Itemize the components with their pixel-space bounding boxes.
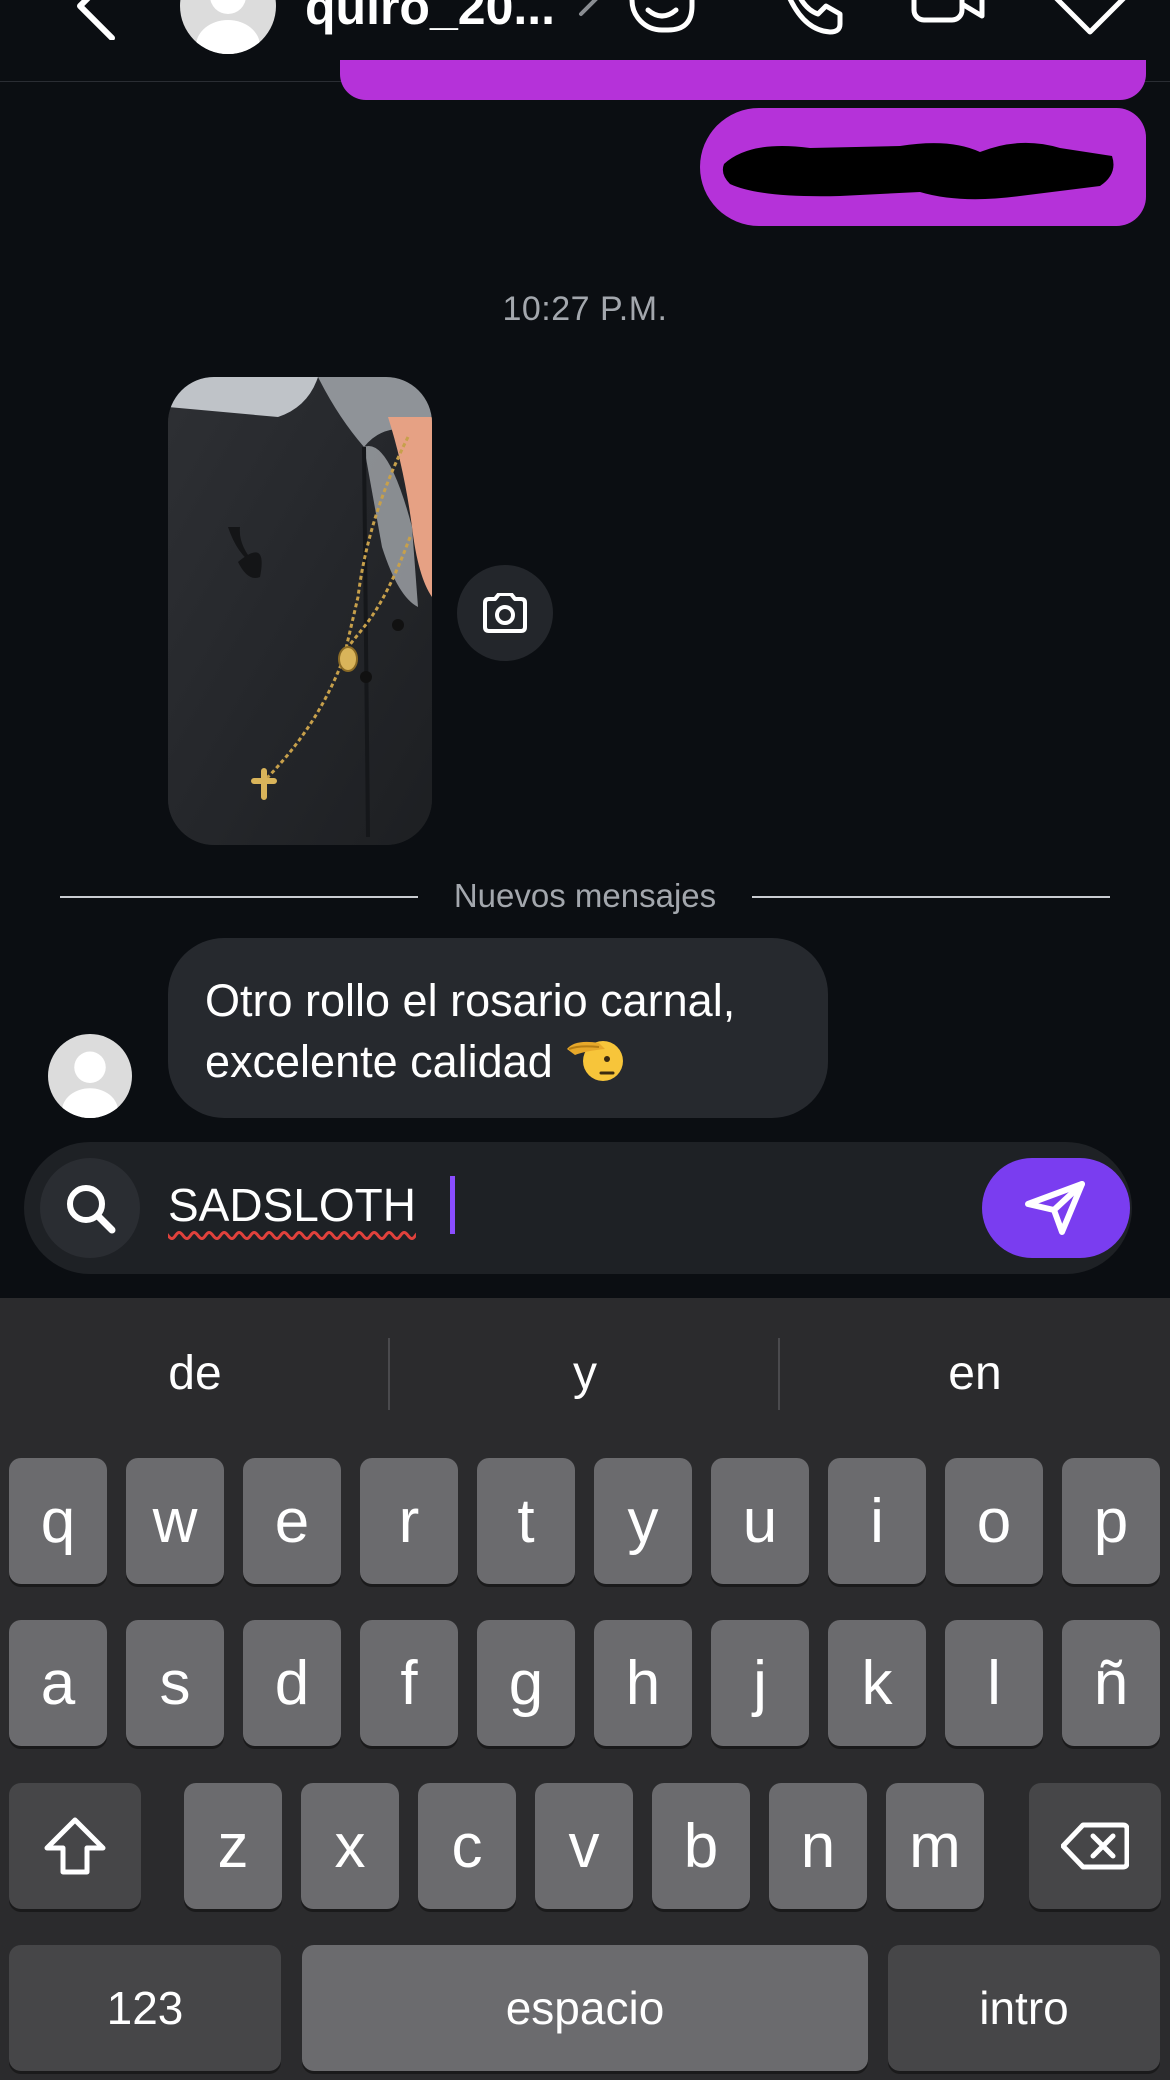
key-t[interactable]: t (477, 1458, 575, 1584)
video-icon[interactable] (908, 0, 988, 40)
send-button[interactable] (982, 1158, 1130, 1258)
key-l[interactable]: l (945, 1620, 1043, 1746)
key-k[interactable]: k (828, 1620, 926, 1746)
contact-name[interactable]: quiro_20... (305, 0, 555, 36)
key-s[interactable]: s (126, 1620, 224, 1746)
key-u[interactable]: u (711, 1458, 809, 1584)
key-q[interactable]: q (9, 1458, 107, 1584)
suggestion-1[interactable]: de (0, 1298, 390, 1448)
search-icon (67, 1185, 116, 1234)
key-o[interactable]: o (945, 1458, 1043, 1584)
key-y[interactable]: y (594, 1458, 692, 1584)
photo-rosary-necklace (168, 377, 432, 845)
sent-message-bubble-redacted[interactable] (700, 108, 1146, 226)
shift-arrow-icon (44, 1817, 106, 1875)
text-caret (450, 1176, 455, 1234)
key-z[interactable]: z (184, 1783, 282, 1909)
key-n[interactable]: n (769, 1783, 867, 1909)
key-v[interactable]: v (535, 1783, 633, 1909)
suggestion-2[interactable]: y (390, 1298, 780, 1448)
message-timestamp: 10:27 P.M. (502, 290, 668, 328)
onscreen-keyboard: de y en q w e r t y u i o p a s d f g h … (0, 1298, 1170, 2080)
message-input[interactable]: SADSLOTH (168, 1178, 416, 1232)
key-p[interactable]: p (1062, 1458, 1160, 1584)
key-x[interactable]: x (301, 1783, 399, 1909)
key-r[interactable]: r (360, 1458, 458, 1584)
default-avatar-icon (62, 1051, 118, 1118)
camera-icon (483, 593, 527, 633)
received-message-text-line1: Otro rollo el rosario carnal, (205, 975, 736, 1026)
back-arrow-icon[interactable] (60, 0, 130, 40)
saluting-face-emoji-icon (567, 1041, 624, 1081)
key-g[interactable]: g (477, 1620, 575, 1746)
gif-search-button[interactable] (40, 1158, 140, 1258)
key-b[interactable]: b (652, 1783, 750, 1909)
chevron-right-icon (579, 0, 598, 16)
sender-avatar[interactable] (48, 1034, 132, 1118)
key-enye[interactable]: ñ (1062, 1620, 1160, 1746)
received-message-bubble[interactable]: Otro rollo el rosario carnal, excelente … (168, 938, 828, 1118)
numbers-key[interactable]: 123 (9, 1945, 281, 2071)
key-c[interactable]: c (418, 1783, 516, 1909)
send-icon (1025, 1181, 1085, 1235)
key-d[interactable]: d (243, 1620, 341, 1746)
shift-key[interactable] (9, 1783, 141, 1909)
received-message-text-line2: excelente calidad (205, 1036, 553, 1087)
key-h[interactable]: h (594, 1620, 692, 1746)
phone-icon[interactable] (768, 0, 848, 40)
backspace-icon (1061, 1822, 1129, 1870)
key-a[interactable]: a (9, 1620, 107, 1746)
photo-message[interactable] (168, 377, 432, 845)
return-key[interactable]: intro (888, 1945, 1160, 2071)
default-avatar-icon (196, 0, 260, 54)
dm-screen: quiro_20... 10:27 P.M. Nuevos mensajes O… (0, 0, 1170, 2080)
delete-key[interactable] (1029, 1783, 1161, 1909)
sent-message-bubble[interactable] (340, 60, 1146, 100)
message-composer: SADSLOTH (24, 1142, 1132, 1274)
tag-icon[interactable] (1050, 0, 1130, 40)
sticker-icon[interactable] (622, 0, 702, 40)
key-e[interactable]: e (243, 1458, 341, 1584)
key-m[interactable]: m (886, 1783, 984, 1909)
camera-button[interactable] (457, 565, 553, 661)
key-i[interactable]: i (828, 1458, 926, 1584)
suggestion-3[interactable]: en (780, 1298, 1170, 1448)
redaction-scribble (722, 142, 1114, 200)
key-w[interactable]: w (126, 1458, 224, 1584)
key-f[interactable]: f (360, 1620, 458, 1746)
contact-avatar[interactable] (180, 0, 276, 54)
key-j[interactable]: j (711, 1620, 809, 1746)
divider-line-right (752, 896, 1110, 898)
space-key[interactable]: espacio (302, 1945, 868, 2071)
